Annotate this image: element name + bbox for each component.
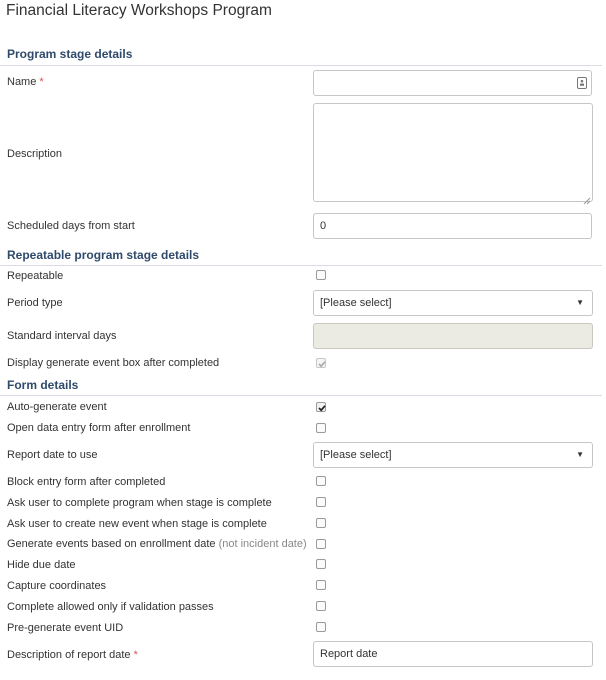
standard-interval-input: [313, 323, 593, 349]
caret-down-icon: ▼: [576, 298, 584, 307]
period-type-select[interactable]: [Please select] ▼: [313, 290, 593, 316]
auto-generate-checkbox[interactable]: [316, 402, 326, 412]
report-date-to-use-value: [Please select]: [320, 449, 392, 461]
generate-enrollment-label: Generate events based on enrollment date…: [7, 538, 307, 550]
resize-grip-icon[interactable]: [583, 192, 591, 205]
section-divider: [0, 65, 602, 66]
report-date-to-use-select[interactable]: [Please select] ▼: [313, 442, 593, 468]
capture-coords-label: Capture coordinates: [7, 580, 107, 592]
complete-validation-label: Complete allowed only if validation pass…: [7, 601, 214, 613]
ask-new-event-checkbox[interactable]: [316, 518, 326, 528]
section-divider: [0, 395, 602, 396]
name-label: Name *: [7, 76, 44, 88]
section-divider: [0, 265, 602, 266]
generate-enrollment-note: (not incident date): [218, 538, 307, 550]
required-marker: *: [133, 649, 138, 661]
description-label: Description: [7, 148, 63, 160]
hide-due-label: Hide due date: [7, 559, 76, 571]
page-title: Financial Literacy Workshops Program: [6, 2, 272, 19]
block-entry-checkbox[interactable]: [316, 476, 326, 486]
auto-generate-label: Auto-generate event: [7, 401, 107, 413]
section-heading-repeatable: Repeatable program stage details: [7, 248, 200, 262]
pregenerate-uid-label: Pre-generate event UID: [7, 622, 124, 634]
ask-complete-label: Ask user to complete program when stage …: [7, 497, 272, 509]
required-marker: *: [39, 76, 44, 88]
generate-enrollment-checkbox[interactable]: [316, 539, 326, 549]
section-heading-form: Form details: [7, 378, 79, 392]
checkmark-icon: [318, 405, 326, 412]
period-type-value: [Please select]: [320, 297, 392, 309]
standard-interval-label: Standard interval days: [7, 330, 117, 342]
hide-due-checkbox[interactable]: [316, 559, 326, 569]
section-heading-stage: Program stage details: [7, 47, 133, 61]
report-date-to-use-label: Report date to use: [7, 449, 98, 461]
description-textarea[interactable]: [313, 103, 593, 205]
open-data-entry-label: Open data entry form after enrollment: [7, 422, 191, 434]
scheduled-days-input[interactable]: 0: [313, 213, 592, 239]
caret-down-icon: ▼: [576, 450, 584, 459]
repeatable-label: Repeatable: [7, 270, 64, 282]
id-card-icon[interactable]: [577, 77, 587, 89]
repeatable-checkbox[interactable]: [316, 270, 326, 280]
name-input[interactable]: [313, 70, 592, 96]
capture-coords-checkbox[interactable]: [316, 580, 326, 590]
ask-complete-checkbox[interactable]: [316, 497, 326, 507]
display-generate-label: Display generate event box after complet…: [7, 357, 220, 369]
checkmark-icon: [318, 361, 326, 368]
report-date-desc-label: Description of report date *: [7, 649, 138, 661]
pregenerate-uid-checkbox[interactable]: [316, 622, 326, 632]
scheduled-days-label: Scheduled days from start: [7, 220, 135, 232]
open-data-entry-checkbox[interactable]: [316, 423, 326, 433]
report-date-desc-input[interactable]: Report date: [313, 641, 593, 667]
block-entry-label: Block entry form after completed: [7, 476, 166, 488]
display-generate-checkbox: [316, 358, 326, 368]
ask-new-event-label: Ask user to create new event when stage …: [7, 518, 267, 530]
complete-validation-checkbox[interactable]: [316, 601, 326, 611]
period-type-label: Period type: [7, 297, 63, 309]
